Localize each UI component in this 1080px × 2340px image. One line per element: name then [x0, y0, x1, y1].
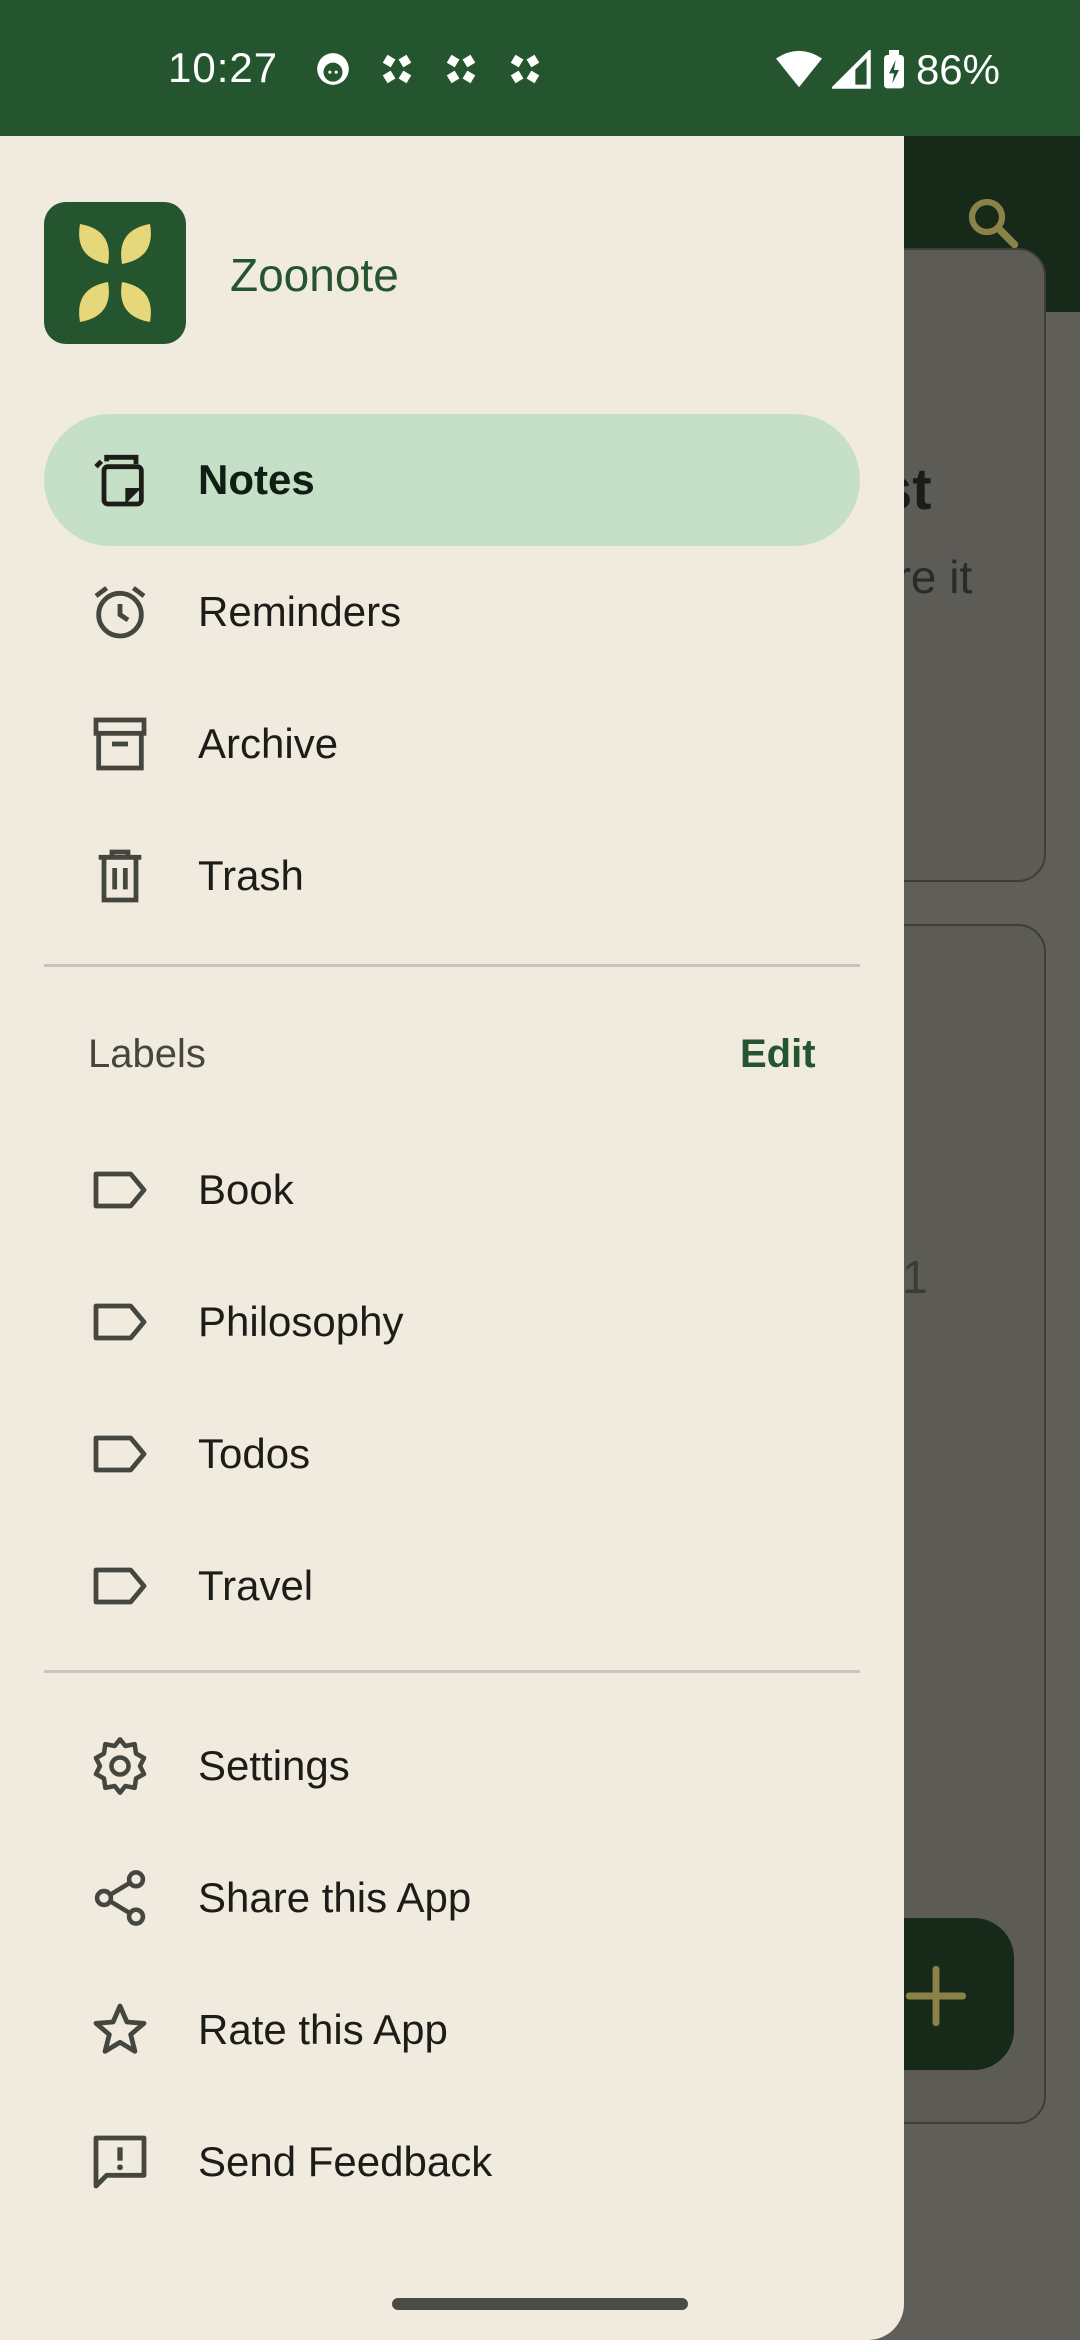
divider [44, 1670, 860, 1673]
labels-section-header: Labels [88, 1032, 206, 1076]
label-item-label: Todos [198, 1430, 311, 1477]
status-time: 10:27 [168, 44, 279, 91]
app-name: Zoonote [230, 249, 399, 301]
nav-item-settings[interactable]: Settings [44, 1700, 860, 1832]
nav-item-trash[interactable]: Trash [44, 810, 860, 942]
nav-item-send-feedback[interactable]: Send Feedback [44, 2096, 860, 2228]
archive-icon [88, 712, 152, 776]
battery-percent: 86% [915, 46, 1000, 93]
edit-labels-button[interactable]: Edit [740, 1032, 816, 1077]
gear-icon [88, 1734, 152, 1798]
notes-icon [88, 448, 152, 512]
label-item-todos[interactable]: Todos [44, 1388, 860, 1520]
label-icon [88, 1290, 152, 1354]
app-notification-icon [446, 54, 476, 84]
app-notification-icon [382, 54, 412, 84]
face-notification-icon [317, 53, 349, 85]
battery-icon [883, 50, 904, 89]
signal-icon [831, 50, 871, 89]
label-item-label: Travel [198, 1562, 314, 1609]
nav-item-label: Notes [198, 456, 315, 503]
alarm-icon [88, 580, 152, 644]
nav-item-share-app[interactable]: Share this App [44, 1832, 860, 1964]
star-icon [88, 1998, 152, 2062]
label-item-label: Book [198, 1166, 294, 1213]
nav-item-reminders[interactable]: Reminders [44, 546, 860, 678]
nav-item-rate-app[interactable]: Rate this App [44, 1964, 860, 2096]
label-item-label: Philosophy [198, 1298, 404, 1345]
label-icon [88, 1554, 152, 1618]
nav-item-label: Share this App [198, 1874, 472, 1921]
status-bar: 10:27 86% [0, 0, 1080, 136]
app-logo-icon [79, 224, 151, 322]
app-notification-icon [510, 54, 540, 84]
nav-item-label: Rate this App [198, 2006, 448, 2053]
nav-item-notes[interactable]: Notes [44, 414, 860, 546]
plus-icon [905, 1965, 967, 2027]
nav-item-label: Trash [198, 852, 304, 899]
trash-icon [88, 844, 152, 908]
divider [44, 964, 860, 967]
wifi-icon [775, 50, 822, 88]
notification-icons [314, 50, 544, 88]
nav-item-label: Archive [198, 720, 339, 767]
label-item-travel[interactable]: Travel [44, 1520, 860, 1652]
label-item-philosophy[interactable]: Philosophy [44, 1256, 860, 1388]
search-icon[interactable] [962, 192, 1022, 252]
app-logo [44, 202, 186, 344]
nav-item-archive[interactable]: Archive [44, 678, 860, 810]
nav-item-label: Send Feedback [198, 2138, 493, 2185]
status-indicators: 86% [775, 46, 1000, 94]
label-item-book[interactable]: Book [44, 1124, 860, 1256]
nav-item-label: Reminders [198, 588, 402, 635]
feedback-icon [88, 2130, 152, 2194]
label-icon [88, 1422, 152, 1486]
nav-item-label: Settings [198, 1742, 350, 1789]
navigation-drawer: Zoonote Notes Reminders Archive Trash La… [0, 136, 904, 2340]
share-icon [88, 1866, 152, 1930]
label-icon [88, 1158, 152, 1222]
home-indicator[interactable] [392, 2298, 688, 2310]
